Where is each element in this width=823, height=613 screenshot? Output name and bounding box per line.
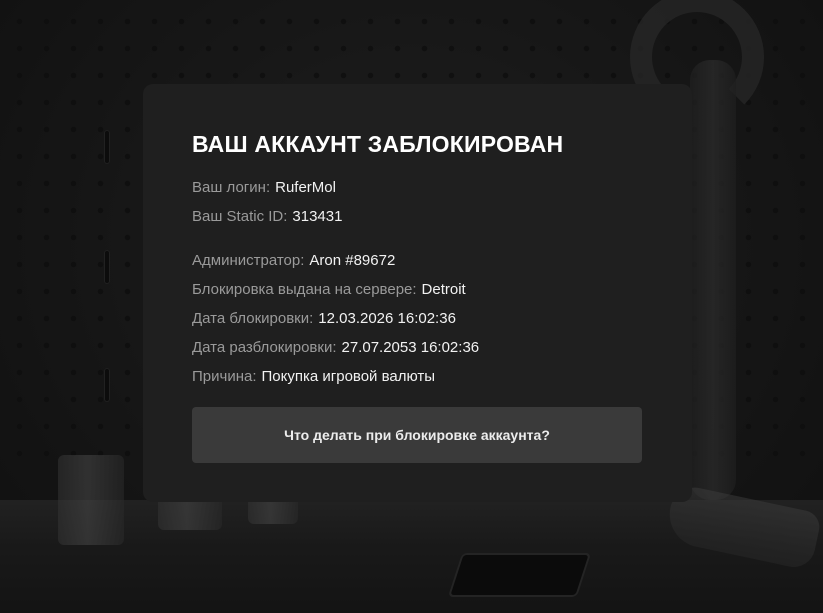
unban-date-row: Дата разблокировки: 27.07.2053 16:02:36 — [192, 338, 643, 367]
ban-date-row: Дата блокировки: 12.03.2026 16:02:36 — [192, 309, 643, 338]
server-row: Блокировка выдана на сервере: Detroit — [192, 280, 643, 309]
reason-row: Причина: Покупка игровой валюты — [192, 367, 643, 396]
static-id-value: 313431 — [292, 208, 343, 225]
reason-value: Покупка игровой валюты — [261, 368, 436, 385]
ban-help-button[interactable]: Что делать при блокировке аккаунта? — [192, 407, 642, 463]
admin-row: Администратор: Aron #89672 — [192, 251, 643, 280]
ban-date-label: Дата блокировки: — [192, 310, 314, 327]
reason-label: Причина: — [192, 368, 257, 385]
unban-date-value: 27.07.2053 16:02:36 — [341, 339, 480, 356]
admin-value: Aron #89672 — [309, 252, 396, 269]
ban-date-value: 12.03.2026 16:02:36 — [318, 310, 456, 327]
login-value: RuferMol — [275, 179, 336, 196]
server-label: Блокировка выдана на сервере: — [192, 281, 417, 298]
static-id-row: Ваш Static ID: 313431 — [192, 207, 643, 236]
unban-date-label: Дата разблокировки: — [192, 339, 337, 356]
static-id-label: Ваш Static ID: — [192, 208, 288, 225]
login-row: Ваш логин: RuferMol — [192, 178, 643, 207]
modal-title: ВАШ АККАУНТ ЗАБЛОКИРОВАН — [192, 131, 564, 157]
ban-notice-modal: ВАШ АККАУНТ ЗАБЛОКИРОВАН Ваш логин: Rufer… — [143, 84, 692, 502]
admin-label: Администратор: — [192, 252, 305, 269]
login-label: Ваш логин: — [192, 179, 271, 196]
ban-details-group: Администратор: Aron #89672 Блокировка выд… — [192, 251, 643, 396]
account-info-group: Ваш логин: RuferMol Ваш Static ID: 313431 — [192, 178, 643, 236]
server-value: Detroit — [421, 281, 466, 298]
